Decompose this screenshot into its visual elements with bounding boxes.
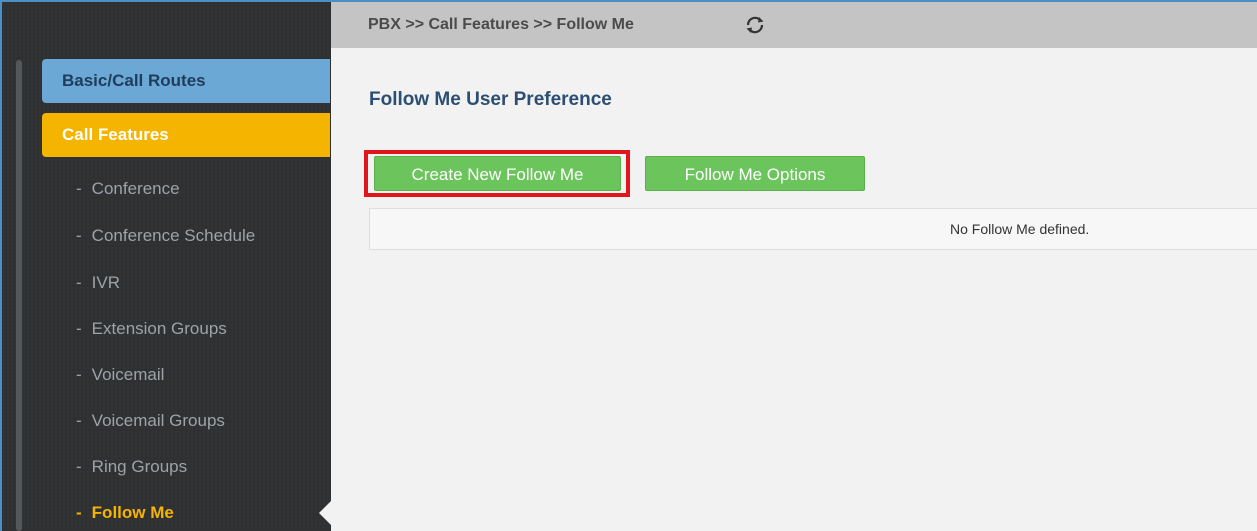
breadcrumb-bar: PBX >> Call Features >> Follow Me [331, 2, 1257, 48]
sidebar-item-label: Ring Groups [91, 457, 188, 476]
sidebar-item-voicemail-groups[interactable]: - Voicemail Groups [76, 410, 225, 432]
item-dash: - [76, 503, 82, 522]
sidebar-item-voicemail[interactable]: - Voicemail [76, 364, 164, 386]
empty-message: No Follow Me defined. [950, 221, 1090, 237]
sidebar-item-label: Conference [91, 179, 180, 198]
item-dash: - [76, 273, 82, 292]
sidebar-item-label: Voicemail Groups [91, 411, 225, 430]
item-dash: - [76, 365, 82, 384]
item-dash: - [76, 319, 82, 338]
sidebar-item-ivr[interactable]: - IVR [76, 272, 120, 294]
item-dash: - [76, 411, 82, 430]
item-dash: - [76, 179, 82, 198]
sidebar-item-label: IVR [91, 273, 121, 292]
refresh-icon[interactable] [744, 14, 766, 36]
active-indicator-arrow [319, 501, 331, 525]
create-new-follow-me-button[interactable]: Create New Follow Me [374, 156, 621, 191]
nav-call-features[interactable]: Call Features [42, 113, 330, 157]
breadcrumb: PBX >> Call Features >> Follow Me [368, 16, 634, 33]
item-dash: - [76, 226, 82, 245]
sidebar-scrollbar[interactable] [16, 60, 22, 531]
follow-me-list-panel: No Follow Me defined. [369, 208, 1257, 250]
sidebar-item-ring-groups[interactable]: - Ring Groups [76, 456, 187, 478]
sidebar-item-follow-me[interactable]: - Follow Me [76, 502, 174, 524]
sidebar-item-extension-groups[interactable]: - Extension Groups [76, 318, 227, 340]
page-title: Follow Me User Preference [369, 89, 612, 110]
sidebar-item-label: Extension Groups [91, 319, 227, 338]
nav-basic-call-routes[interactable]: Basic/Call Routes [42, 59, 330, 103]
follow-me-options-button[interactable]: Follow Me Options [645, 156, 865, 191]
item-dash: - [76, 457, 82, 476]
sidebar-item-conference[interactable]: - Conference [76, 178, 180, 200]
sidebar-item-label: Voicemail [91, 365, 165, 384]
sidebar-item-label: Follow Me [91, 503, 174, 522]
sidebar-item-label: Conference Schedule [91, 226, 256, 245]
sidebar-item-conference-schedule[interactable]: - Conference Schedule [76, 225, 255, 247]
